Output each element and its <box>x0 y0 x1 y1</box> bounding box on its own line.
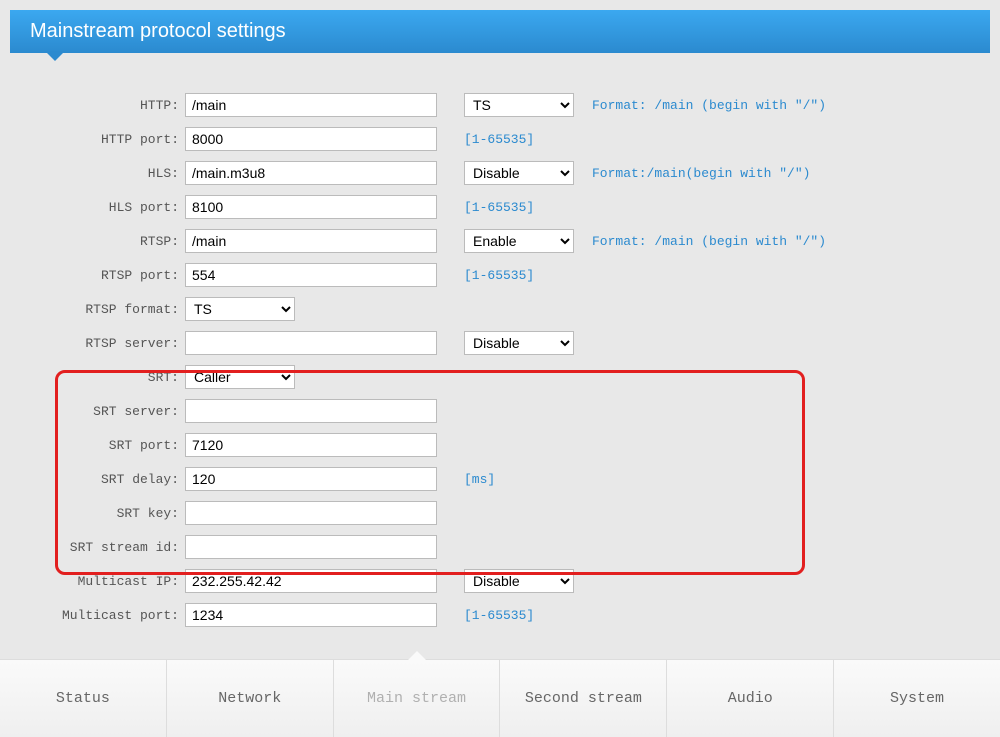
row-multicast-ip: Multicast IP: Disable <box>10 564 990 598</box>
row-multicast-port: Multicast port: [1-65535] <box>10 598 990 632</box>
row-rtsp: RTSP: Enable Format: /main (begin with "… <box>10 224 990 258</box>
hls-select[interactable]: Disable <box>464 161 574 185</box>
row-srt-server: SRT server: <box>10 394 990 428</box>
tab-bar: Status Network Main stream Second stream… <box>0 659 1000 737</box>
srt-stream-id-input[interactable] <box>185 535 437 559</box>
rtsp-port-label: RTSP port: <box>10 268 185 283</box>
tab-main-stream[interactable]: Main stream <box>334 660 501 737</box>
srt-port-label: SRT port: <box>10 438 185 453</box>
srt-stream-id-label: SRT stream id: <box>10 540 185 555</box>
page-container: Mainstream protocol settings HTTP: TS Fo… <box>0 10 1000 737</box>
row-srt-key: SRT key: <box>10 496 990 530</box>
row-http: HTTP: TS Format: /main (begin with "/") <box>10 88 990 122</box>
rtsp-hint: Format: /main (begin with "/") <box>592 234 826 249</box>
row-srt-stream-id: SRT stream id: <box>10 530 990 564</box>
rtsp-format-select[interactable]: TS <box>185 297 295 321</box>
hls-port-hint: [1-65535] <box>464 200 534 215</box>
multicast-port-hint: [1-65535] <box>464 608 534 623</box>
multicast-port-input[interactable] <box>185 603 437 627</box>
header-arrow <box>45 51 65 61</box>
http-port-hint: [1-65535] <box>464 132 534 147</box>
tab-system[interactable]: System <box>834 660 1000 737</box>
tab-network[interactable]: Network <box>167 660 334 737</box>
row-rtsp-port: RTSP port: [1-65535] <box>10 258 990 292</box>
srt-delay-label: SRT delay: <box>10 472 185 487</box>
row-rtsp-server: RTSP server: Disable <box>10 326 990 360</box>
srt-select[interactable]: Caller <box>185 365 295 389</box>
hls-input[interactable] <box>185 161 437 185</box>
http-port-input[interactable] <box>185 127 437 151</box>
form-area: HTTP: TS Format: /main (begin with "/") … <box>10 53 990 632</box>
http-input[interactable] <box>185 93 437 117</box>
srt-server-label: SRT server: <box>10 404 185 419</box>
rtsp-select[interactable]: Enable <box>464 229 574 253</box>
srt-delay-input[interactable] <box>185 467 437 491</box>
srt-key-label: SRT key: <box>10 506 185 521</box>
multicast-ip-select[interactable]: Disable <box>464 569 574 593</box>
hls-port-input[interactable] <box>185 195 437 219</box>
row-http-port: HTTP port: [1-65535] <box>10 122 990 156</box>
page-title: Mainstream protocol settings <box>30 20 286 42</box>
http-port-label: HTTP port: <box>10 132 185 147</box>
multicast-port-label: Multicast port: <box>10 608 185 623</box>
row-rtsp-format: RTSP format: TS <box>10 292 990 326</box>
row-srt-port: SRT port: <box>10 428 990 462</box>
rtsp-input[interactable] <box>185 229 437 253</box>
row-srt: SRT: Caller <box>10 360 990 394</box>
rtsp-label: RTSP: <box>10 234 185 249</box>
rtsp-port-hint: [1-65535] <box>464 268 534 283</box>
row-srt-delay: SRT delay: [ms] <box>10 462 990 496</box>
hls-label: HLS: <box>10 166 185 181</box>
http-select[interactable]: TS <box>464 93 574 117</box>
multicast-ip-label: Multicast IP: <box>10 574 185 589</box>
multicast-ip-input[interactable] <box>185 569 437 593</box>
hls-port-label: HLS port: <box>10 200 185 215</box>
tab-status[interactable]: Status <box>0 660 167 737</box>
rtsp-server-select[interactable]: Disable <box>464 331 574 355</box>
srt-key-input[interactable] <box>185 501 437 525</box>
http-hint: Format: /main (begin with "/") <box>592 98 826 113</box>
rtsp-format-label: RTSP format: <box>10 302 185 317</box>
srt-label: SRT: <box>10 370 185 385</box>
http-label: HTTP: <box>10 98 185 113</box>
rtsp-server-input[interactable] <box>185 331 437 355</box>
row-hls-port: HLS port: [1-65535] <box>10 190 990 224</box>
rtsp-server-label: RTSP server: <box>10 336 185 351</box>
tab-audio[interactable]: Audio <box>667 660 834 737</box>
row-hls: HLS: Disable Format:/main(begin with "/"… <box>10 156 990 190</box>
srt-server-input[interactable] <box>185 399 437 423</box>
hls-hint: Format:/main(begin with "/") <box>592 166 810 181</box>
page-title-bar: Mainstream protocol settings <box>10 10 990 53</box>
tab-second-stream[interactable]: Second stream <box>500 660 667 737</box>
srt-delay-hint: [ms] <box>464 472 495 487</box>
rtsp-port-input[interactable] <box>185 263 437 287</box>
srt-port-input[interactable] <box>185 433 437 457</box>
